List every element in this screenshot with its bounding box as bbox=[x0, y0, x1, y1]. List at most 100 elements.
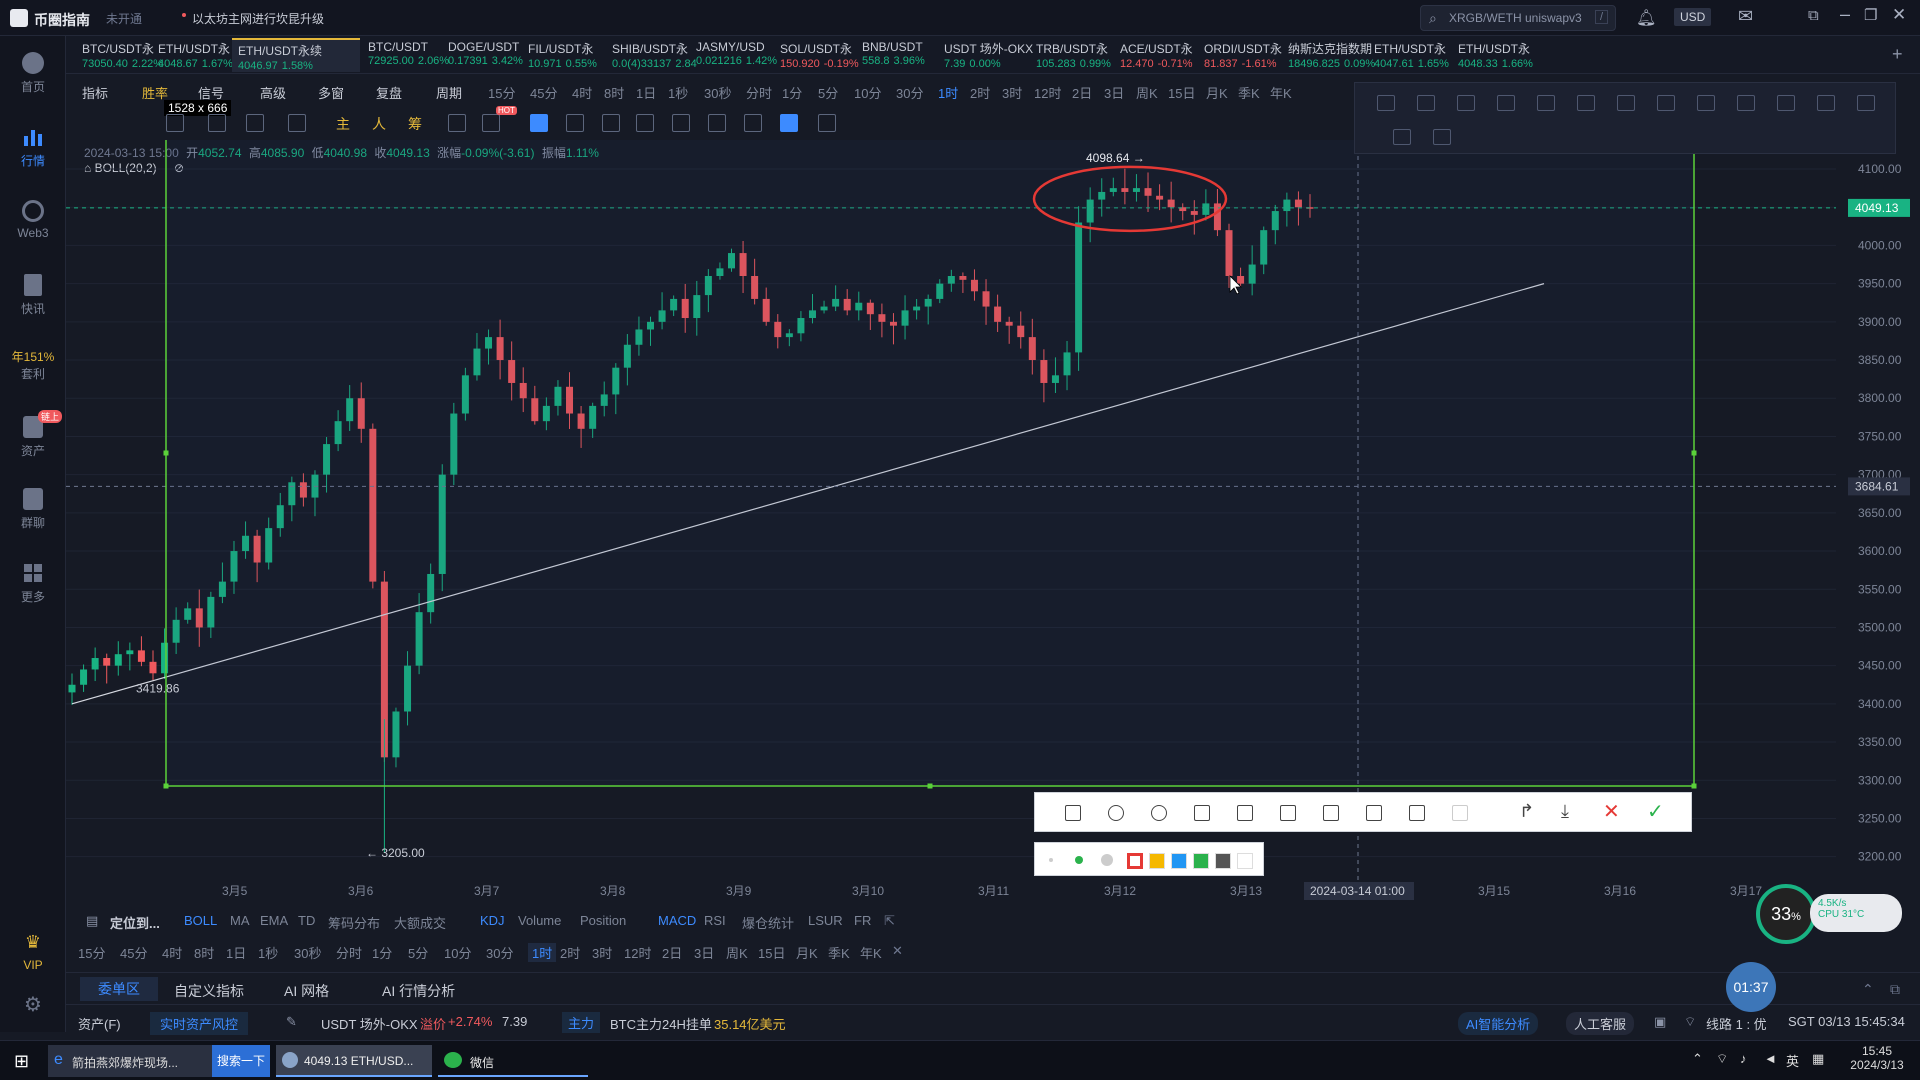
panel-tab[interactable]: AI 网格 bbox=[284, 981, 329, 1001]
indicator-tab[interactable]: MA bbox=[230, 913, 250, 928]
goto-button[interactable]: 定位到... bbox=[110, 913, 160, 932]
bottom-timeframe[interactable]: 年K bbox=[860, 943, 882, 962]
currency-select[interactable]: USD bbox=[1674, 8, 1712, 26]
taskbar-clock[interactable]: 15:45 2024/3/13 bbox=[1840, 1044, 1914, 1072]
draw-tool-icon[interactable] bbox=[566, 114, 584, 132]
bottom-timeframe[interactable]: 2时 bbox=[560, 943, 580, 962]
toolbar-item[interactable]: 多窗 bbox=[318, 83, 344, 102]
bottom-timeframe[interactable]: 8时 bbox=[194, 943, 214, 962]
drawing-tool-icon[interactable] bbox=[1537, 95, 1555, 111]
asset-label[interactable]: 资产(F) bbox=[78, 1014, 121, 1033]
ticker-tab[interactable]: USDT 场外-OKX 7.39 0.00% bbox=[938, 38, 1033, 72]
screenshot-selection[interactable] bbox=[165, 140, 1695, 787]
ticker-tab[interactable]: SHIB/USDT永 0.0(4)33137 2.84 bbox=[606, 38, 697, 72]
draw-tool-text[interactable]: 人 bbox=[372, 114, 386, 134]
bottom-timeframe[interactable]: 月K bbox=[796, 943, 818, 962]
bottom-timeframe[interactable]: 季K bbox=[828, 943, 850, 962]
selection-handle[interactable] bbox=[1691, 783, 1697, 789]
sidebar-item-market[interactable]: 行情 bbox=[0, 126, 66, 169]
notice-text[interactable]: 以太坊主网进行坎昆升级 bbox=[192, 10, 324, 27]
emoji-tool-icon[interactable] bbox=[1151, 805, 1167, 821]
ticker-tab[interactable]: ETH/USDT永 4048.33 1.66% bbox=[1452, 38, 1533, 72]
timeframe-18[interactable]: 周K bbox=[1136, 83, 1158, 102]
selection-handle[interactable] bbox=[163, 450, 169, 456]
cancel-icon[interactable]: ✕ bbox=[1603, 799, 1620, 824]
draw-tool-icon[interactable] bbox=[288, 114, 306, 132]
timeframe-22[interactable]: 年K bbox=[1270, 83, 1292, 102]
sidebar-item-arbitrage[interactable]: 年151% 套利 bbox=[0, 348, 66, 382]
timeframe-2[interactable]: 4时 bbox=[572, 83, 592, 102]
mosaic-tool-icon[interactable] bbox=[1280, 805, 1296, 821]
draw-tool-icon[interactable] bbox=[208, 114, 226, 132]
ime-indicator[interactable]: 英 bbox=[1786, 1051, 1799, 1070]
bottom-timeframe[interactable]: 1秒 bbox=[258, 943, 278, 962]
timeframe-12[interactable]: 1时 bbox=[938, 83, 958, 102]
color-swatch[interactable] bbox=[1193, 853, 1209, 869]
ticker-tab[interactable]: 纳斯达克指数期 18496.825 0.09% bbox=[1282, 38, 1375, 72]
pen-size-dot[interactable] bbox=[1075, 856, 1083, 864]
drawing-tool-icon[interactable] bbox=[1817, 95, 1835, 111]
ticker-tab[interactable]: ACE/USDT永 12.470 -0.71% bbox=[1114, 38, 1198, 72]
timer-badge[interactable]: 01:37 bbox=[1726, 962, 1776, 1012]
bottom-timeframe[interactable]: 15分 bbox=[78, 943, 105, 962]
ticker-tab[interactable]: DOGE/USDT 0.17391 3.42% bbox=[442, 38, 523, 72]
drawing-tool-icon[interactable] bbox=[1657, 95, 1675, 111]
color-swatch[interactable] bbox=[1215, 853, 1231, 869]
taskbar-search-button[interactable]: 搜索一下 bbox=[212, 1045, 270, 1077]
taskbar-ie[interactable]: e 箭拍燕郊爆炸现场... bbox=[48, 1045, 212, 1077]
bottom-timeframe[interactable]: 12时 bbox=[624, 943, 651, 962]
color-swatch[interactable] bbox=[1149, 853, 1165, 869]
drawing-tool-icon[interactable] bbox=[1857, 95, 1875, 111]
candlestick-chart[interactable]: 4098.64 → ← 3205.00 3419.86 bbox=[66, 140, 1836, 880]
share-icon[interactable]: ↱ bbox=[1519, 801, 1534, 822]
ellipse-tool-icon[interactable] bbox=[1108, 805, 1124, 821]
indicator-tab[interactable]: Position bbox=[580, 913, 626, 928]
draw-tool-icon[interactable] bbox=[708, 114, 726, 132]
add-tab-icon[interactable]: + bbox=[1892, 44, 1903, 65]
drawing-tool-icon[interactable] bbox=[1457, 95, 1475, 111]
selection-handle[interactable] bbox=[163, 783, 169, 789]
timeframe-11[interactable]: 30分 bbox=[896, 83, 923, 102]
confirm-icon[interactable]: ✓ bbox=[1647, 799, 1664, 824]
panel-tab[interactable]: AI 行情分析 bbox=[382, 981, 455, 1001]
search-box[interactable]: ⌕ XRGB/WETH uniswapv3 / bbox=[1420, 5, 1616, 31]
drawing-tool-icon[interactable] bbox=[1617, 95, 1635, 111]
timeframe-5[interactable]: 1秒 bbox=[668, 83, 688, 102]
draw-tool-icon[interactable] bbox=[780, 114, 798, 132]
draw-tool-text[interactable]: 主 bbox=[336, 114, 350, 134]
indicator-tab[interactable]: 筹码分布 bbox=[328, 913, 380, 932]
undo-icon[interactable] bbox=[1452, 805, 1468, 821]
bottom-timeframe[interactable]: 15日 bbox=[758, 943, 785, 962]
tray-keyboard-icon[interactable]: ▦ bbox=[1812, 1051, 1824, 1067]
bottom-timeframe[interactable]: 30分 bbox=[486, 943, 513, 962]
panel-tab[interactable]: 委单区 bbox=[80, 977, 158, 1001]
draw-tool-icon[interactable] bbox=[166, 114, 184, 132]
tray-mic-icon[interactable]: ♪ bbox=[1740, 1051, 1747, 1066]
sidebar-item-assets[interactable]: 资产 链上 bbox=[0, 410, 66, 459]
color-swatch[interactable] bbox=[1171, 853, 1187, 869]
drawing-tool-icon[interactable] bbox=[1377, 95, 1395, 111]
timeframe-19[interactable]: 15日 bbox=[1168, 83, 1195, 102]
ticker-tab[interactable]: ETH/USDT永 4048.67 1.67% bbox=[152, 38, 233, 72]
bottom-timeframe[interactable]: 周K bbox=[726, 943, 748, 962]
timeframe-16[interactable]: 2日 bbox=[1072, 83, 1092, 102]
ticker-tab[interactable]: JASMY/USD 0.021216 1.42% bbox=[690, 38, 777, 72]
tray-network-icon[interactable]: ⌔ bbox=[1716, 1051, 1728, 1067]
timeframe-10[interactable]: 10分 bbox=[854, 83, 881, 102]
ticker-tab[interactable]: SOL/USDT永 150.920 -0.19% bbox=[774, 38, 859, 72]
copy-tool-icon[interactable] bbox=[1366, 805, 1382, 821]
draw-tool-icon[interactable] bbox=[818, 114, 836, 132]
pen-tool-icon[interactable] bbox=[1237, 805, 1253, 821]
layer-icon[interactable] bbox=[1433, 129, 1451, 145]
edit-icon[interactable]: ✎ bbox=[286, 1014, 297, 1030]
bottom-timeframe[interactable]: 30秒 bbox=[294, 943, 321, 962]
minimize-icon[interactable]: – bbox=[1840, 4, 1850, 25]
rect-tool-icon[interactable] bbox=[1065, 805, 1081, 821]
ticker-tab[interactable]: BTC/USDT 72925.00 2.06% bbox=[362, 38, 449, 72]
timeframe-17[interactable]: 3日 bbox=[1104, 83, 1124, 102]
bell-icon[interactable]: 🔔︎ bbox=[1636, 8, 1656, 28]
draw-tool-icon[interactable] bbox=[126, 114, 144, 132]
restore-icon[interactable]: ❐ bbox=[1864, 6, 1877, 24]
bottom-timeframe[interactable]: 1时 bbox=[528, 943, 557, 962]
close-icon[interactable]: ✕ bbox=[1892, 5, 1906, 25]
